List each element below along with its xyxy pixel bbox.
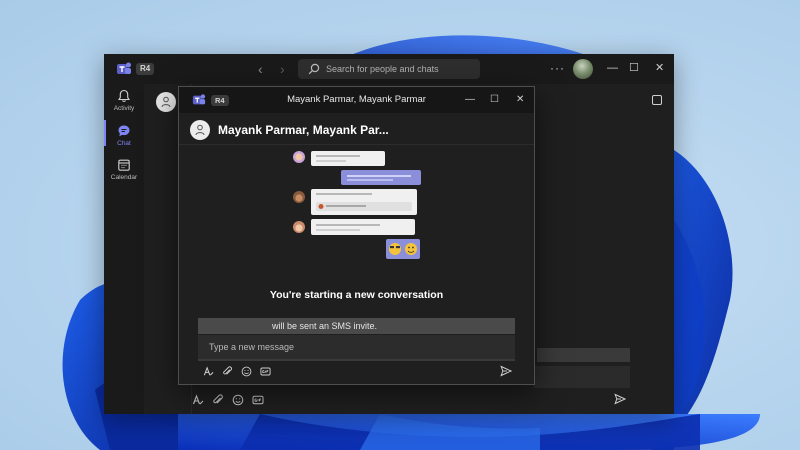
popout-title-bar: R4 Mayank Parmar, Mayank Parmar — ☐ ✕	[179, 87, 534, 113]
new-conversation-heading: You're starting a new conversation	[269, 289, 444, 299]
popout-chat-window: R4 Mayank Parmar, Mayank Parmar — ☐ ✕ Ma…	[178, 86, 535, 385]
user-avatar[interactable]	[573, 59, 593, 79]
teams-logo-icon	[117, 62, 131, 74]
close-button[interactable]: ✕	[655, 61, 664, 75]
format-icon[interactable]	[203, 366, 214, 377]
main-sms-bar	[537, 348, 630, 362]
message-input[interactable]	[198, 335, 515, 359]
rail-item-calendar[interactable]: Calendar	[104, 158, 144, 181]
search-icon	[308, 63, 320, 75]
chat-icon	[118, 125, 130, 137]
search-box[interactable]: Search for people and chats	[298, 59, 480, 79]
calendar-icon	[118, 159, 130, 171]
forward-button[interactable]: ›	[280, 60, 285, 78]
attach-icon[interactable]	[212, 394, 224, 406]
sms-invite-notice: will be sent an SMS invite.	[198, 318, 515, 334]
popout-chat-icon[interactable]	[652, 95, 662, 105]
attach-icon[interactable]	[222, 366, 233, 377]
popout-close-button[interactable]: ✕	[516, 93, 524, 106]
emoji-icon[interactable]	[232, 394, 244, 406]
send-icon[interactable]	[500, 365, 512, 377]
format-icon[interactable]	[192, 394, 204, 406]
popout-window-title: Mayank Parmar, Mayank Parmar	[287, 94, 426, 105]
send-icon[interactable]	[614, 393, 626, 405]
rail-item-activity[interactable]: Activity	[104, 89, 144, 112]
compose-toolbar	[203, 366, 279, 377]
gif-icon[interactable]	[252, 394, 264, 406]
left-rail: Activity Chat Calendar	[104, 84, 144, 414]
minimize-button[interactable]: —	[607, 61, 618, 75]
rail-label-calendar: Calendar	[110, 174, 138, 181]
ring-badge: R4	[136, 63, 155, 75]
person-icon	[195, 124, 205, 136]
popout-minimize-button[interactable]: —	[465, 93, 475, 106]
chat-title: Mayank Parmar, Mayank Par...	[218, 123, 389, 137]
rail-label-activity: Activity	[113, 105, 135, 112]
main-compose-toolbar	[192, 392, 272, 408]
rail-label-chat: Chat	[117, 140, 131, 147]
more-options-icon[interactable]: ···	[550, 62, 565, 74]
search-placeholder: Search for people and chats	[326, 64, 439, 74]
main-compose-box[interactable]	[534, 366, 630, 388]
popout-chat-header: Mayank Parmar, Mayank Par...	[179, 113, 534, 145]
popout-maximize-button[interactable]: ☐	[490, 93, 499, 106]
contact-avatar[interactable]	[190, 120, 210, 140]
maximize-button[interactable]: ☐	[629, 61, 639, 75]
main-title-bar: R4 ‹ › Search for people and chats ··· —…	[104, 54, 674, 84]
new-conversation-illustration	[293, 151, 421, 259]
rail-item-chat[interactable]: Chat	[104, 124, 144, 147]
back-button[interactable]: ‹	[258, 60, 263, 78]
chat-list-avatar[interactable]	[156, 92, 176, 112]
emoji-icon[interactable]	[241, 366, 252, 377]
compose-box[interactable]	[198, 335, 515, 361]
gif-icon[interactable]	[260, 366, 271, 377]
person-icon	[161, 96, 171, 108]
bell-icon	[117, 89, 131, 102]
